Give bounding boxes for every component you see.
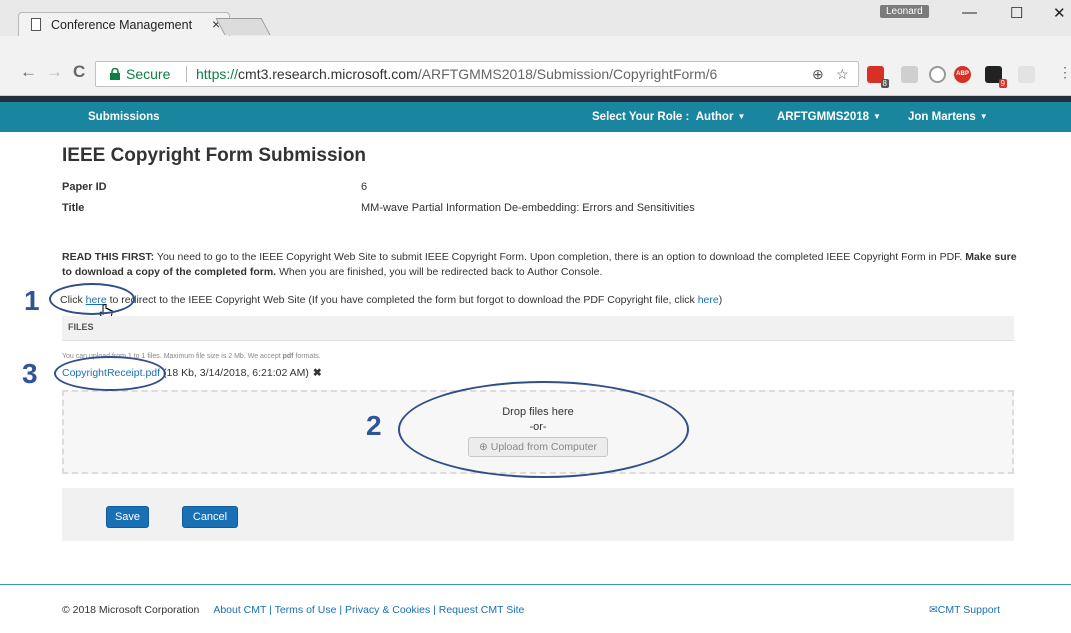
circle-extension-icon[interactable]	[929, 66, 946, 83]
title-label: Title	[62, 202, 85, 214]
annotation-number-3: 3	[22, 358, 38, 389]
annotation-ellipse-3	[54, 356, 166, 391]
minimize-button[interactable]: —	[962, 4, 977, 21]
pocket-extension-icon[interactable]	[1018, 66, 1035, 83]
instructions-notice: READ THIS FIRST: You need to go to the I…	[62, 251, 1017, 278]
lock-icon	[110, 68, 120, 80]
extension-badge: 8	[880, 79, 889, 88]
page-icon	[31, 18, 41, 31]
address-divider	[186, 66, 187, 82]
paper-id-label: Paper ID	[62, 181, 107, 193]
nav-submissions[interactable]: Submissions	[88, 111, 160, 123]
new-tab-button[interactable]	[215, 18, 271, 35]
cmt-support-link[interactable]: ✉CMT Support	[929, 604, 1000, 616]
adblock-icon[interactable]: ABP	[954, 66, 971, 83]
footer: © 2018 Microsoft Corporation About CMT | …	[62, 604, 524, 616]
nav-user[interactable]: Jon Martens ▼	[908, 111, 988, 123]
bookmark-star-icon[interactable]: ☆	[836, 66, 849, 83]
role-value: Author	[695, 111, 734, 123]
annotation-number-1: 1	[24, 285, 40, 316]
nav-conference[interactable]: ARFTGMMS2018 ▼	[777, 111, 881, 123]
redirect-instructions: Click here to redirect to the IEEE Copyr…	[60, 294, 723, 306]
caret-down-icon: ▼	[979, 112, 988, 121]
cancel-button[interactable]: Cancel	[182, 506, 238, 528]
footer-divider	[0, 584, 1071, 585]
caret-down-icon: ▼	[873, 112, 881, 121]
annotation-number-2: 2	[366, 410, 382, 441]
download-pdf-link[interactable]: here	[698, 294, 719, 306]
files-section-header: FILES	[62, 316, 1014, 341]
browser-tab[interactable]: Conference Management ×	[18, 12, 230, 36]
file-meta: (18 Kb, 3/14/2018, 6:21:02 AM)	[160, 367, 309, 379]
profile-badge[interactable]: Leonard	[880, 5, 929, 18]
files-label: FILES	[68, 322, 94, 332]
address-bar[interactable]: Secure https://cmt3.research.microsoft.c…	[95, 61, 859, 87]
maximize-button[interactable]: ☐	[1010, 4, 1023, 22]
paper-id-value: 6	[361, 181, 368, 193]
app-navbar: Submissions Select Your Role : Author ▼ A…	[0, 102, 1071, 132]
close-window-button[interactable]: ✕	[1053, 4, 1066, 22]
caret-down-icon: ▼	[737, 112, 746, 121]
page-title: IEEE Copyright Form Submission	[62, 145, 367, 166]
form-actions: Save Cancel	[62, 488, 1014, 541]
forward-button[interactable]: →	[46, 62, 63, 82]
chrome-menu-icon[interactable]: ⋮	[1058, 64, 1071, 81]
remove-file-icon[interactable]: ✖	[313, 367, 322, 379]
extension-badge: 9	[998, 79, 1007, 88]
annotation-ellipse-1	[49, 283, 135, 315]
url-text[interactable]: https://cmt3.research.microsoft.com/ARFT…	[196, 66, 717, 82]
role-label: Select Your Role :	[592, 111, 690, 123]
camera-extension-icon[interactable]	[901, 66, 918, 83]
footer-links[interactable]: About CMT | Terms of Use | Privacy & Coo…	[213, 604, 524, 616]
copyright-text: © 2018 Microsoft Corporation	[62, 604, 200, 616]
amazon-extension-icon[interactable]: 9	[985, 66, 1007, 88]
back-button[interactable]: ←	[20, 62, 37, 82]
secure-label: Secure	[126, 66, 171, 82]
annotation-ellipse-2	[398, 381, 689, 478]
user-label: Jon Martens	[908, 111, 976, 123]
browser-titlebar: Conference Management × Leonard — ☐ ✕	[0, 0, 1071, 36]
reload-button[interactable]: C	[73, 62, 85, 82]
zoom-icon[interactable]: ⊕	[812, 66, 824, 83]
title-value: MM-wave Partial Information De-embedding…	[361, 202, 695, 214]
tab-title: Conference Management	[51, 18, 193, 32]
conference-label: ARFTGMMS2018	[777, 111, 870, 123]
save-button[interactable]: Save	[106, 506, 149, 528]
nav-role-select[interactable]: Select Your Role : Author ▼	[592, 111, 745, 123]
extension-icon[interactable]: 8	[867, 66, 889, 88]
